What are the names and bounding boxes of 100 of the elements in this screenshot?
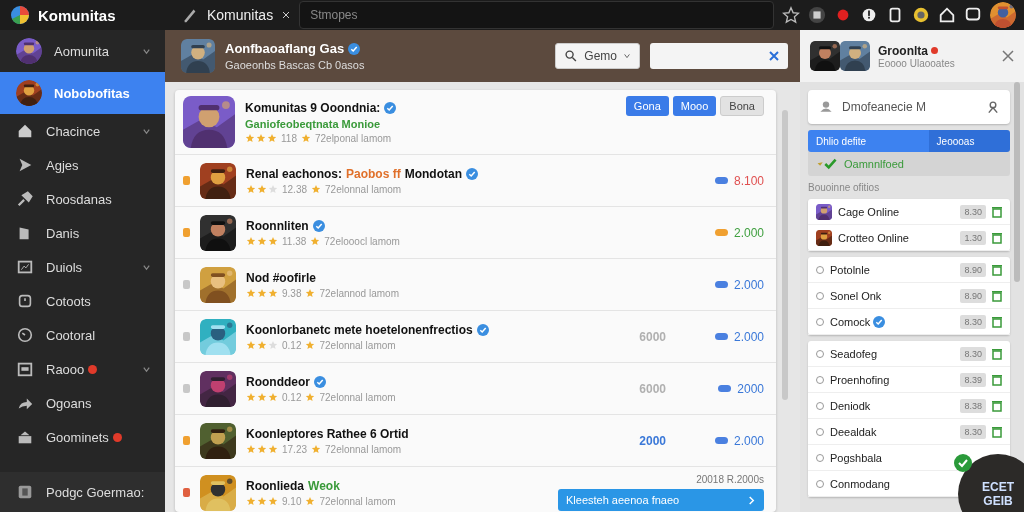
sidebar-item[interactable]: Ogoans bbox=[0, 386, 165, 420]
list-item[interactable]: Conmodang bbox=[808, 471, 894, 496]
rating: 0.12 bbox=[282, 339, 302, 351]
list-item[interactable]: Proenhofing 8.39 bbox=[808, 367, 1010, 393]
item-title: Roonlieda bbox=[246, 478, 304, 493]
trash-icon[interactable] bbox=[992, 289, 1002, 302]
rating: 11.38 bbox=[282, 235, 307, 247]
rating: 12.38 bbox=[282, 183, 308, 195]
sidebar-item[interactable]: Raooo bbox=[0, 352, 165, 386]
check-icon bbox=[954, 454, 972, 472]
action-button[interactable]: Mooo bbox=[672, 96, 717, 116]
item-label: Deealdak bbox=[830, 425, 877, 438]
list-row[interactable]: Koonleptores Rathee 6 Ortid 17.23 72elonnal lamom 2000 2.000 bbox=[175, 415, 776, 467]
list-item[interactable]: Deealdak 8.30 bbox=[808, 419, 1010, 445]
trash-icon[interactable] bbox=[992, 231, 1002, 244]
action-button[interactable]: Bona bbox=[720, 96, 764, 116]
item-value: 1.30 bbox=[960, 230, 986, 245]
star-icon bbox=[310, 236, 321, 246]
chevron-icon bbox=[747, 495, 756, 505]
scrollbar[interactable] bbox=[782, 110, 788, 400]
star-icon bbox=[300, 133, 311, 143]
rating: 9.38 bbox=[282, 287, 302, 299]
list-item[interactable]: Comock 8.30 bbox=[808, 309, 1010, 335]
home-icon[interactable] bbox=[938, 6, 956, 24]
list-row[interactable]: Roonnliten 11.38 72elooocl lamom 2.000 bbox=[175, 207, 776, 259]
list-item[interactable]: Deniodk 8.38 bbox=[808, 393, 1010, 419]
tab-title[interactable]: Komunitas bbox=[207, 7, 274, 23]
filter-dropdown[interactable]: Gemo bbox=[555, 43, 640, 69]
item-meta: 72elannod lamom bbox=[319, 287, 399, 299]
calendar-icon bbox=[16, 360, 34, 378]
item-title: Nod #oofirle bbox=[246, 270, 316, 285]
item-meta: 72elonnal lamom bbox=[319, 495, 396, 507]
sidebar-item[interactable]: Roosdanas bbox=[0, 182, 165, 216]
coin-icon[interactable] bbox=[912, 6, 930, 24]
action-button[interactable]: Gona bbox=[625, 96, 669, 116]
item-count: 6000 bbox=[639, 329, 666, 344]
sidebar-item[interactable]: Cootoral bbox=[0, 318, 165, 352]
trash-icon[interactable] bbox=[992, 373, 1002, 386]
sidebar-item[interactable]: Nobobofitas bbox=[0, 72, 165, 114]
item-label: Crotteo Online bbox=[838, 231, 909, 244]
list-row[interactable]: Renal eachonos: Paobos ff Mondotan 12.38 72elonnal lamom 8.100 bbox=[175, 155, 776, 207]
trash-icon[interactable] bbox=[992, 263, 1002, 276]
item-title: Koonleptores Rathee 6 Ortid bbox=[246, 426, 409, 441]
clock-icon bbox=[16, 326, 34, 344]
trash-icon[interactable] bbox=[992, 399, 1002, 412]
search-field[interactable]: Stmopes bbox=[299, 1, 774, 29]
item-meta: 72elonnal lamom bbox=[319, 339, 396, 351]
timer-icon bbox=[16, 292, 34, 310]
group-subtitle: Gaoeonbs Bascas Cb 0asos bbox=[225, 59, 366, 71]
trash-icon[interactable] bbox=[992, 315, 1002, 328]
trash-icon[interactable] bbox=[992, 425, 1002, 438]
alert-icon[interactable] bbox=[860, 6, 878, 24]
item-note: 20018 R.2000s bbox=[696, 474, 764, 485]
list-row[interactable]: Komunitas 9 Ooondnia: Ganiofeobeqtnata Monioe 118 72elponal lamom Gona Mooo Bona bbox=[175, 90, 776, 155]
list-row[interactable]: Koonlorbanetc mete hoetelonenfrectios 0.12 72elonnal lamom 6000 2.000 bbox=[175, 311, 776, 363]
sidebar-item[interactable]: Goominets bbox=[0, 420, 165, 454]
search-field[interactable] bbox=[650, 43, 788, 69]
sidebar-item[interactable]: Cotoots bbox=[0, 284, 165, 318]
list-item[interactable]: Seadofeg 8.30 bbox=[808, 341, 1010, 367]
clear-icon[interactable] bbox=[768, 50, 780, 62]
item-title: Roonnliten bbox=[246, 218, 309, 233]
item-title: Roonddeor bbox=[246, 374, 310, 389]
list-item[interactable]: Crotteo Online 1.30 bbox=[808, 225, 1010, 251]
item-value: 2.000 bbox=[733, 225, 764, 240]
home-icon bbox=[16, 122, 34, 140]
sidebar-item[interactable]: Chacince bbox=[0, 114, 165, 148]
rating: 0.12 bbox=[282, 391, 302, 403]
chart-icon bbox=[16, 258, 34, 276]
sidebar-item[interactable]: Aomunita bbox=[0, 30, 165, 72]
item-meta: 72elooocl lamom bbox=[324, 235, 400, 247]
list-item[interactable]: Cage Online 8.30 bbox=[808, 199, 1010, 225]
group-title: Aonfbaoaflang Gas bbox=[225, 41, 345, 56]
star-icon[interactable] bbox=[782, 6, 800, 24]
trash-icon[interactable] bbox=[992, 347, 1002, 360]
trash-icon[interactable] bbox=[992, 205, 1002, 218]
item-title: Weok bbox=[308, 478, 340, 493]
list-row[interactable]: Roonddeor 0.12 72elonnal lamom 6000 2000 bbox=[175, 363, 776, 415]
search-field[interactable]: Dmofeanecie M bbox=[808, 90, 1010, 124]
item-label: Proenhofing bbox=[830, 373, 890, 386]
list-item[interactable]: Potolnle 8.90 bbox=[808, 257, 1010, 283]
item-label: Cage Online bbox=[838, 205, 900, 218]
sidebar-item[interactable]: Podgc Goermao: bbox=[0, 472, 165, 512]
item-title: Paobos ff bbox=[346, 166, 401, 181]
item-count: 2000 bbox=[639, 433, 666, 448]
extension-icon[interactable] bbox=[808, 6, 826, 24]
tab[interactable]: Jeoooas bbox=[928, 130, 1010, 152]
item-label: Sonel Onk bbox=[830, 289, 882, 302]
item-meta: 72elponal lamom bbox=[314, 132, 392, 144]
sidebar-item[interactable]: Agjes bbox=[0, 148, 165, 182]
list-item[interactable]: Sonel Onk 8.90 bbox=[808, 283, 1010, 309]
list-item[interactable]: Pogshbala bbox=[808, 445, 886, 470]
tab[interactable]: Dhlio defite bbox=[808, 130, 929, 152]
list-row[interactable]: Nod #oofirle 9.38 72elannod lamom 2.000 bbox=[175, 259, 776, 311]
floating-button[interactable]: ECET GEIB bbox=[958, 454, 1024, 512]
item-title: Koonlorbanetc mete hoetelonenfrectios bbox=[246, 322, 473, 337]
sidebar-item[interactable]: Duiols bbox=[0, 250, 165, 284]
scrollbar[interactable] bbox=[1014, 82, 1020, 282]
list-row[interactable]: Roonlieda Weok 9.10 72elonnal lamom 20018 R.2000s Kleesteh aeenoa fnaeo bbox=[175, 467, 776, 512]
sidebar-item[interactable]: Danis bbox=[0, 216, 165, 250]
person-icon[interactable] bbox=[986, 100, 1000, 114]
